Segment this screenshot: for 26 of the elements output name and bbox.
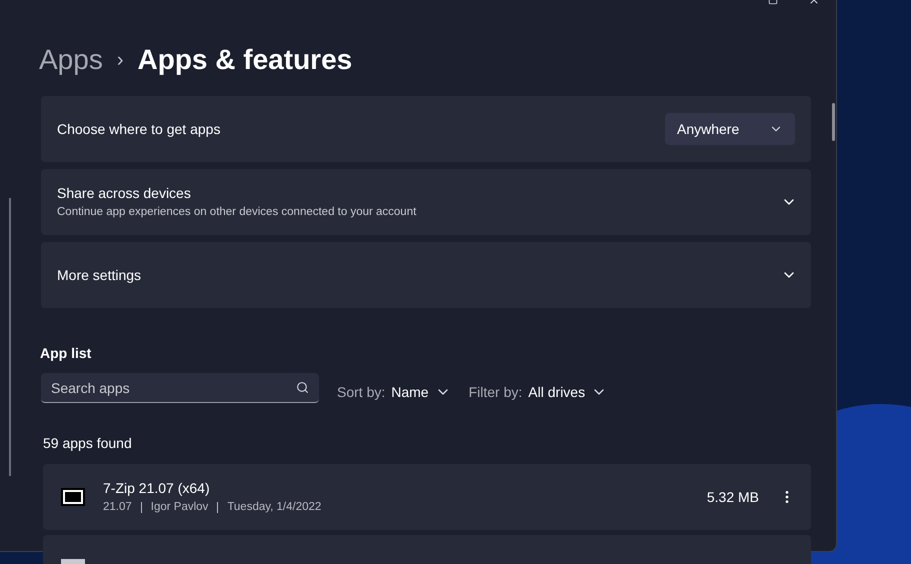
- setting-title: Share across devices: [57, 184, 192, 203]
- content-scrollbar[interactable]: [832, 103, 835, 141]
- settings-card[interactable]: Share across devices Continue app experiences on other devices connected to your account: [41, 169, 811, 235]
- app-row[interactable]: 7-Zip 21.07 (x64) 21.07 Igor Pavlov Tuesday, 1/4/2022 5.32 MB: [43, 464, 811, 530]
- search-icon[interactable]: [296, 381, 309, 394]
- section-heading: App list: [40, 344, 92, 363]
- filter-dropdown[interactable]: Filter by: All drives: [468, 381, 608, 403]
- settings-card[interactable]: More settings: [41, 242, 811, 308]
- app-logo-icon: [61, 488, 85, 506]
- app-name: 7-Zip 21.07 (x64): [103, 478, 211, 498]
- apps-count: 59 apps found: [43, 434, 133, 453]
- setting-title: Choose where to get apps: [57, 120, 222, 139]
- app-version: 21.07: [103, 500, 132, 515]
- breadcrumb-parent[interactable]: Apps: [39, 39, 103, 81]
- search-field[interactable]: Search apps: [41, 373, 319, 403]
- settings-card[interactable]: Choose where to get apps Anywhere: [41, 96, 811, 162]
- setting-title: More settings: [57, 266, 142, 285]
- sort-dropdown[interactable]: Sort by: Name: [337, 381, 451, 403]
- source-dropdown[interactable]: Anywhere: [665, 113, 795, 145]
- app-install-date: Tuesday, 1/4/2022: [227, 500, 322, 515]
- breadcrumb-separator: ›: [116, 48, 124, 73]
- app-size: 5.32 MB: [706, 488, 759, 506]
- app-publisher: Igor Pavlov: [150, 500, 208, 515]
- setting-description: Continue app experiences on other devices connected to your account: [57, 204, 418, 220]
- app-logo-icon: [61, 559, 85, 564]
- page-title: Apps & features: [138, 43, 352, 77]
